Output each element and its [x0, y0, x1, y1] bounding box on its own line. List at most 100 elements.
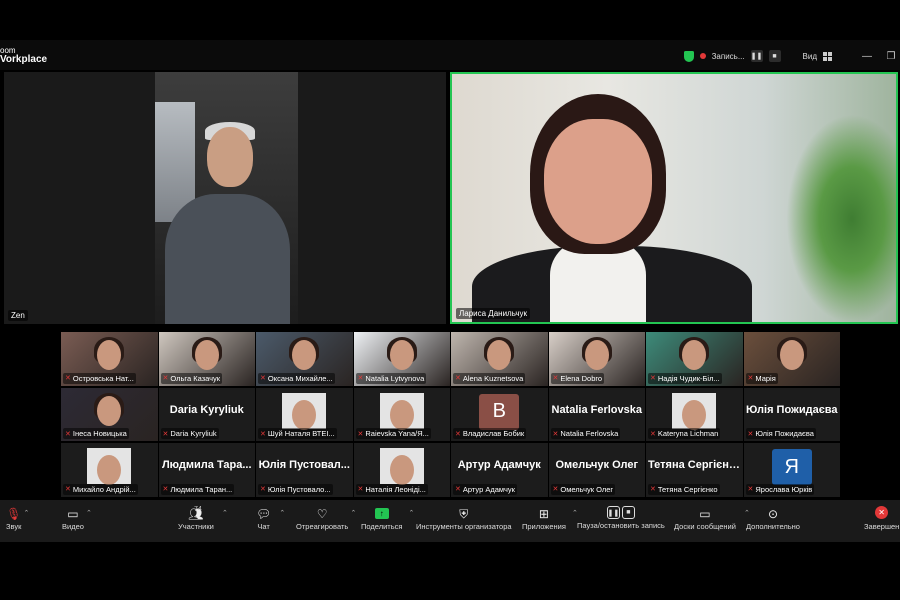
- participant-tile[interactable]: Natalia Ferlovska ✕ Natalia Ferlovska: [548, 387, 645, 441]
- participant-tile[interactable]: ✕ Надія Чудик-Біл...: [646, 332, 743, 386]
- participant-name: Островська Нат...: [72, 373, 134, 383]
- participant-display-name: Юлія Пустовал...: [258, 459, 350, 471]
- participant-tile[interactable]: Юлія Пожидаєва ✕ Юлія Пожидаєва: [743, 387, 840, 441]
- participant-name-label: ✕ Оксана Михайле...: [258, 372, 335, 384]
- participant-name: Elena Dobro: [560, 373, 603, 383]
- apps-button[interactable]: ⊞ Приложения ⌃: [522, 506, 578, 538]
- chat-button[interactable]: 💬︎ Чат ⌃: [256, 506, 285, 538]
- mic-muted-icon: ✕: [455, 486, 461, 493]
- participant-face: [97, 455, 122, 485]
- react-chevron-icon[interactable]: ⌃: [350, 509, 356, 517]
- participant-name-label: ✕ Юлія Пустовало...: [258, 483, 333, 495]
- participant-name-label: ✕ Надія Чудик-Біл...: [648, 372, 722, 384]
- participant-name: Natalia Ferlovska: [560, 429, 619, 438]
- participants-button[interactable]: 👥︎ 74 Участники ⌃: [178, 506, 228, 538]
- participant-name-label: ✕ Тетяна Сергієнко: [648, 483, 720, 495]
- participant-display-name: Юлія Пожидаєва: [745, 403, 838, 416]
- audio-button[interactable]: 🎙︎ Звук ⌃: [6, 506, 29, 538]
- video-button[interactable]: ▭ Видео ⌃: [62, 506, 92, 538]
- more-button[interactable]: ⊙ Дополнительно: [746, 506, 800, 538]
- participant-tile[interactable]: ✕ Шуй Наталя ВТЕІ...: [256, 387, 353, 441]
- apps-icon: ⊞: [538, 507, 549, 521]
- participant-tile[interactable]: Людмила Тара... ✕ Людмила Таран...: [158, 443, 255, 497]
- participant-tile[interactable]: ✕ Natalia Lytvynova: [353, 332, 450, 386]
- participant-display-name: Daria Kyryliuk: [169, 403, 244, 416]
- participant-tile[interactable]: ✕ Інеса Новицька: [61, 387, 158, 441]
- participant-name: Ярослава Юрків: [755, 484, 813, 494]
- participant-tile[interactable]: Юлія Пустовал... ✕ Юлія Пустовало...: [256, 443, 353, 497]
- participant-avatar: Я: [771, 449, 812, 485]
- mic-muted-icon: ✕: [552, 486, 559, 493]
- participant-tile[interactable]: ✕ Марія: [743, 332, 840, 386]
- participant-tile[interactable]: Я ✕ Ярослава Юрків: [743, 443, 840, 497]
- share-screen-icon: ↑: [374, 508, 389, 519]
- shield-icon: ⛨: [459, 507, 469, 521]
- share-button[interactable]: ↑ Поделиться ⌃: [361, 506, 414, 538]
- pause-record-button[interactable]: ❚❚ ■ Пауза/остановить запись: [577, 506, 665, 538]
- participant-tile[interactable]: ✕ Raievska Yana/Я...: [353, 387, 450, 441]
- speaker-video-left[interactable]: Zen: [4, 72, 446, 324]
- speaker-left-name: Zen: [8, 310, 28, 321]
- speaker-video-right-active[interactable]: Лариса Данильчук: [450, 72, 898, 324]
- participant-name: Ольга Казачук: [170, 373, 221, 383]
- participant-face: [389, 399, 414, 430]
- restore-icon[interactable]: ❐: [882, 51, 900, 62]
- participant-tile[interactable]: ✕ Ольга Казачук: [158, 332, 255, 386]
- mic-muted-icon: ✕: [65, 375, 71, 382]
- mic-muted-icon: ✕: [650, 486, 656, 493]
- participant-name-label: ✕ Natalia Ferlovska: [550, 428, 621, 439]
- participant-tile[interactable]: Daria Kyryliuk ✕ Daria Kyryliuk: [158, 387, 255, 441]
- participant-name: Омельчук Олег: [560, 484, 614, 494]
- participant-name: Шуй Наталя ВТЕІ...: [267, 429, 335, 438]
- pause-recording-button[interactable]: ❚❚: [750, 50, 763, 62]
- participant-name-label: ✕ Ярослава Юрків: [745, 483, 815, 495]
- mic-muted-icon: ✕: [65, 430, 71, 438]
- participant-tile[interactable]: ✕ Alena Kuznetsova: [451, 332, 548, 386]
- participant-tile[interactable]: ✕ Оксана Михайле...: [256, 332, 353, 386]
- view-button[interactable]: Вид: [803, 52, 817, 61]
- participant-tile[interactable]: ✕ Elena Dobro: [548, 332, 645, 386]
- react-button[interactable]: ♡ Отреагировать ⌃: [296, 506, 356, 538]
- participants-label: Участники: [178, 522, 214, 531]
- participant-name-label: ✕ Артур Адамчук: [453, 483, 517, 495]
- participant-tile[interactable]: B ✕ Владислав Бобик: [451, 387, 548, 441]
- recording-dot-icon: [699, 53, 706, 59]
- participant-avatar: B: [479, 393, 520, 430]
- participant-name-label: ✕ Михайло Андрій...: [63, 483, 138, 495]
- participant-name: Надія Чудик-Біл...: [657, 373, 720, 383]
- participant-gallery: ✕ Островська Нат... ✕ Ольга Казачук ✕ Оксана …: [61, 332, 840, 497]
- participant-name: Kateryna Lichman: [657, 429, 719, 438]
- participant-name: Daria Kyryliuk: [170, 429, 217, 438]
- participant-tile[interactable]: ✕ Островська Нат...: [61, 332, 158, 386]
- stop-recording-button[interactable]: ■: [768, 50, 781, 62]
- security-shield-icon[interactable]: [683, 50, 694, 62]
- video-chevron-icon[interactable]: ⌃: [86, 509, 92, 517]
- end-meeting-button[interactable]: ✕ Завершен: [864, 506, 899, 538]
- participant-face: [682, 399, 707, 430]
- mic-muted-icon: ✕: [162, 375, 169, 382]
- participant-tile[interactable]: ✕ Kateryna Lichman: [646, 387, 743, 441]
- minimize-icon[interactable]: —: [858, 51, 876, 62]
- participant-tile[interactable]: Артур Адамчук ✕ Артур Адамчук: [451, 443, 548, 497]
- participant-face: [779, 340, 804, 370]
- view-grid-icon[interactable]: [823, 51, 832, 61]
- app-brand: oom Vorkplace: [0, 46, 47, 65]
- whiteboards-button[interactable]: ▭ Доски сообщений ⌃: [674, 506, 750, 538]
- participant-tile[interactable]: ✕ Михайло Андрій...: [61, 443, 158, 497]
- participants-chevron-icon[interactable]: ⌃: [222, 509, 228, 517]
- participant-name: Марія: [755, 373, 776, 383]
- participant-name-label: ✕ Daria Kyryliuk: [160, 428, 219, 439]
- participant-display-name: Артур Адамчук: [457, 459, 541, 471]
- participant-tile[interactable]: Тетяна Сергієнко ✕ Тетяна Сергієнко: [646, 443, 743, 497]
- participant-name-label: ✕ Владислав Бобик: [453, 428, 527, 439]
- host-tools-button[interactable]: ⛨ Инструменты организатора: [416, 506, 512, 538]
- participant-name-label: ✕ Elena Dobro: [550, 372, 605, 384]
- participant-name: Natalia Lytvynova: [365, 373, 425, 383]
- speaker-left-camera: [155, 72, 298, 324]
- share-chevron-icon[interactable]: ⌃: [409, 509, 415, 517]
- participant-tile[interactable]: ✕ Наталія Леоніді...: [353, 443, 450, 497]
- participant-face: [292, 399, 317, 430]
- participant-tile[interactable]: Омельчук Олег ✕ Омельчук Олег: [548, 443, 645, 497]
- chat-chevron-icon[interactable]: ⌃: [279, 509, 285, 517]
- audio-chevron-icon[interactable]: ⌃: [24, 509, 30, 517]
